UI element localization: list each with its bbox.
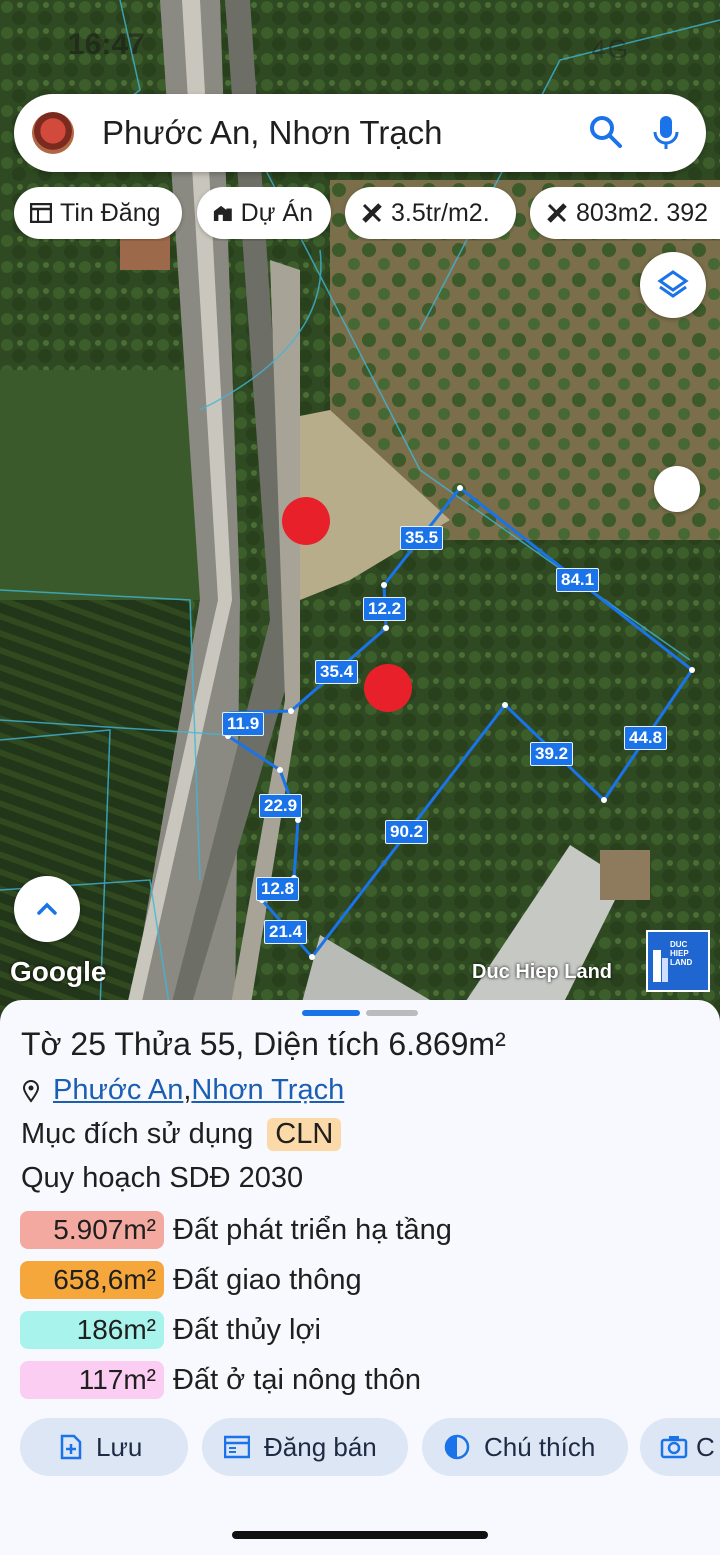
save-button[interactable]: Lưu (20, 1418, 188, 1476)
zoning-label: Đất thủy lợi (173, 1313, 321, 1346)
map-marker (364, 664, 412, 712)
title-prefix: Tờ (21, 1026, 71, 1062)
status-time: 16:47 (68, 28, 145, 61)
search-icon[interactable] (586, 112, 626, 152)
watermark-text: Duc Hiep Land (472, 961, 613, 983)
status-bar: 16:47 4G (0, 0, 720, 90)
layers-icon (657, 270, 689, 298)
avatar[interactable] (32, 112, 74, 154)
edge-length-label: 12.8 (256, 877, 300, 901)
legend-button[interactable]: Chú thích (422, 1418, 628, 1476)
zoning-area: 5.907m² (20, 1211, 164, 1249)
home-indicator[interactable] (232, 1531, 488, 1539)
map-view[interactable]: 16:47 4G Phước An, Nhơn Trạch Tin Đăng D… (0, 0, 720, 1010)
zoning-label: Đất ở tại nông thôn (173, 1363, 421, 1396)
listing-icon (30, 203, 52, 223)
edge-length-label: 44.8 (624, 726, 668, 750)
edge-length-label: 84.1 (556, 568, 600, 592)
edge-length-label: 11.9 (222, 712, 265, 736)
zoning-area: 658,6m² (20, 1261, 164, 1299)
zoning-area: 117m² (20, 1361, 164, 1399)
sheet-handle-secondary (366, 1010, 418, 1016)
parcel-title: Tờ 25 Thửa 55, Diện tích 6.869m² (21, 1026, 506, 1063)
buildings-icon (213, 205, 232, 222)
zoning-label: Đất phát triển hạ tầng (173, 1213, 452, 1246)
area-text: , Diện tích (235, 1026, 389, 1062)
parcel-number: 55 (199, 1026, 236, 1062)
save-icon (60, 1434, 82, 1460)
chip-label: 3.5tr/m2. (391, 198, 490, 227)
location-pin-icon (22, 1079, 40, 1103)
sheet-number: 25 (70, 1026, 107, 1062)
compass-button[interactable] (654, 466, 700, 512)
network-indicator: 4G (591, 34, 630, 64)
edge-length-label: 35.5 (400, 526, 444, 550)
action-label: Đăng bán (264, 1431, 377, 1462)
purpose-label: Mục đích sử dụng (21, 1118, 254, 1150)
purpose-row: Mục đích sử dụng CLN (21, 1118, 342, 1151)
action-bar: Lưu Đăng bán Chú thích C (20, 1418, 720, 1478)
zoning-row: 117m² Đất ở tại nông thôn (20, 1360, 421, 1400)
parcel-info-sheet[interactable]: Tờ 25 Thửa 55, Diện tích 6.869m² Phước A… (0, 1000, 720, 1555)
location-link-district[interactable]: Nhơn Trạch (191, 1074, 344, 1107)
chip-label: 803m2. 392 (576, 198, 709, 227)
search-bar[interactable]: Phước An, Nhơn Trạch (14, 94, 706, 172)
chip-price[interactable]: 3.5tr/m2. (345, 187, 516, 239)
action-label: Chú thích (484, 1431, 596, 1462)
zoning-area: 186m² (20, 1311, 164, 1349)
zoning-row: 186m² Đất thủy lợi (20, 1310, 321, 1350)
watermark-logo-text: DUC HIEP LAND (670, 940, 693, 967)
edge-length-label: 39.2 (530, 742, 574, 766)
map-marker (282, 497, 330, 545)
sheet-handle[interactable] (302, 1010, 360, 1016)
chip-area[interactable]: 803m2. 392 (530, 187, 720, 239)
parcel-word: Thửa (106, 1026, 200, 1062)
post-sale-button[interactable]: Đăng bán (202, 1418, 408, 1476)
location-separator: , (183, 1074, 192, 1106)
camera-button[interactable]: C (640, 1418, 720, 1476)
zoning-row: 658,6m² Đất giao thông (20, 1260, 362, 1300)
edge-length-label: 90.2 (385, 820, 429, 844)
edge-length-label: 12.2 (363, 597, 407, 621)
microphone-icon[interactable] (646, 112, 686, 152)
edge-length-label: 22.9 (259, 794, 303, 818)
chip-tin-dang[interactable]: Tin Đăng (14, 187, 182, 239)
ruler-icon (362, 203, 382, 223)
zoning-row: 5.907m² Đất phát triển hạ tầng (20, 1210, 452, 1250)
post-icon (224, 1435, 250, 1459)
parcel-location: Phước An, Nhơn Trạch (21, 1074, 344, 1107)
action-label: C (696, 1431, 715, 1462)
chip-label: Tin Đăng (60, 198, 161, 227)
chip-label: Dự Án (240, 198, 313, 227)
purpose-code-badge: CLN (267, 1118, 342, 1151)
legend-icon (444, 1434, 470, 1460)
ruler-icon (547, 203, 567, 223)
edge-length-label: 21.4 (264, 920, 308, 944)
chevron-up-icon (37, 902, 57, 915)
google-attribution: Google (10, 956, 107, 987)
action-label: Lưu (96, 1431, 143, 1462)
edge-length-label: 35.4 (315, 660, 359, 684)
plan-label: Quy hoạch SDĐ 2030 (21, 1162, 304, 1194)
watermark-logo: DUC HIEP LAND (646, 930, 710, 992)
zoning-label: Đất giao thông (173, 1263, 362, 1296)
camera-icon (660, 1436, 688, 1459)
search-query[interactable]: Phước An, Nhơn Trạch (102, 114, 443, 152)
location-link-ward[interactable]: Phước An (53, 1074, 183, 1107)
area-value: 6.869m² (388, 1026, 506, 1062)
building-logo-icon (653, 950, 668, 982)
chip-du-an[interactable]: Dự Án (197, 187, 331, 239)
filter-chips: Tin Đăng Dự Án 3.5tr/m2. 803m2. 392 (14, 187, 720, 241)
expand-sheet-button[interactable] (14, 876, 80, 942)
layers-button[interactable] (640, 252, 706, 318)
